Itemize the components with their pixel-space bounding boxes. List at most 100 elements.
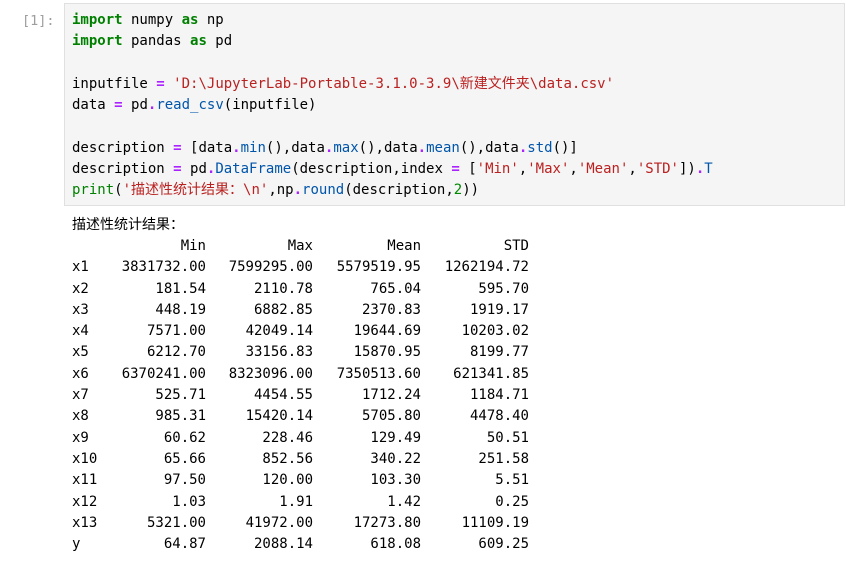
code-token: std	[527, 139, 553, 156]
table-cell: 11109.19	[461, 514, 529, 531]
table-cell: 8323096.00	[228, 365, 313, 382]
code-token: ,np	[268, 182, 294, 199]
code-token: 'Mean'	[577, 161, 629, 178]
table-cell: 1.91	[279, 493, 313, 510]
code-token: ])	[679, 161, 696, 178]
table-cell: 609.25	[478, 536, 529, 553]
code-token: 'Min'	[476, 161, 519, 178]
column-header: Mean	[387, 238, 421, 254]
code-token: =	[451, 161, 460, 178]
table-cell: 595.70	[478, 280, 529, 297]
table-row: y 64.87 2088.14 618.08 609.25	[72, 534, 529, 555]
table-cell: 1184.71	[469, 387, 529, 404]
code-token: pandas	[122, 33, 191, 50]
code-line: import numpy as np	[72, 10, 713, 31]
column-header: Max	[287, 238, 313, 254]
code-token: (description,	[344, 182, 454, 199]
code-token: =	[173, 139, 182, 156]
table-cell: 340.22	[370, 450, 421, 467]
code-token: inputfile	[72, 75, 157, 92]
row-index: x7	[72, 387, 89, 404]
table-cell: 1919.17	[469, 301, 529, 318]
table-cell: 5.51	[495, 472, 529, 489]
table-cell: 60.62	[163, 429, 206, 446]
output-table: Min Max Mean STD x1 3831732.00 7599295.00 55795…	[72, 236, 529, 555]
table-cell: 64.87	[163, 536, 206, 553]
code-token: =	[114, 97, 123, 114]
code-token: import	[72, 12, 123, 28]
table-cell: 0.25	[495, 493, 529, 510]
output-title: 描述性统计结果：	[72, 217, 184, 233]
code-token: round	[302, 182, 345, 199]
row-index: x3	[72, 301, 89, 318]
table-cell: 6370241.00	[121, 365, 206, 382]
code-token: [data	[181, 139, 233, 156]
table-row: x2 181.54 2110.78 765.04 595.70	[72, 279, 529, 300]
table-cell: 7571.00	[146, 323, 206, 340]
table-row: x13 5321.00 41972.00 17273.80 11109.19	[72, 513, 529, 534]
table-cell: 7350513.60	[336, 365, 421, 382]
row-index: x4	[72, 323, 89, 340]
code-line: description = [data.min(),data.max(),dat…	[72, 138, 713, 159]
code-editor[interactable]: import numpy as np import pandas as pd in…	[72, 10, 713, 202]
table-cell: 621341.85	[453, 365, 529, 382]
code-token: T	[704, 161, 713, 178]
code-token: data	[72, 97, 115, 114]
table-cell: 129.49	[370, 429, 421, 446]
table-cell: 228.46	[262, 429, 313, 446]
code-token: ,	[628, 161, 637, 178]
table-cell: 4454.55	[253, 387, 313, 404]
code-token: description	[72, 161, 174, 178]
row-index: x6	[72, 365, 89, 382]
code-token: read_csv	[156, 97, 224, 114]
table-cell: 1.42	[387, 493, 421, 510]
row-index: x11	[72, 472, 98, 489]
code-token: DataFrame	[215, 161, 292, 178]
table-cell: 1.03	[172, 493, 206, 510]
code-token: pd	[122, 97, 148, 114]
code-token: 'D:\JupyterLab-Portable-3.1.0-3.9\新建文件夹\…	[173, 75, 615, 92]
table-cell: 2110.78	[253, 280, 313, 297]
table-row: x8 985.31 15420.14 5705.80 4478.40	[72, 406, 529, 427]
table-cell: 33156.83	[245, 344, 313, 361]
table-cell: 448.19	[155, 301, 206, 318]
table-cell: 985.31	[155, 408, 206, 425]
table-row: x5 6212.70 33156.83 15870.95 8199.77	[72, 342, 529, 363]
column-header: Min	[180, 238, 206, 254]
code-token: pd	[206, 33, 233, 50]
code-token: pd	[181, 161, 207, 178]
code-token: (inputfile)	[223, 97, 317, 114]
row-index: x2	[72, 280, 89, 297]
table-cell: 50.51	[486, 429, 529, 446]
code-token: (description,index	[291, 161, 452, 178]
table-cell: 2088.14	[253, 536, 313, 553]
table-cell: 42049.14	[245, 323, 313, 340]
table-cell: 41972.00	[245, 514, 313, 531]
cell-prompt: [1]:	[22, 13, 55, 29]
code-token: 2	[453, 182, 463, 199]
code-token: ,	[569, 161, 578, 178]
row-index: x9	[72, 429, 89, 446]
table-cell: 7599295.00	[228, 259, 313, 276]
table-row: x9 60.62 228.46 129.49 50.51	[72, 428, 529, 449]
code-line: import pandas as pd	[72, 31, 713, 52]
table-row: x7 525.71 4454.55 1712.24 1184.71	[72, 385, 529, 406]
code-token: ))	[462, 182, 480, 199]
table-cell: 618.08	[370, 536, 421, 553]
code-token: ()]	[552, 139, 578, 156]
code-token: description	[72, 139, 174, 156]
table-cell: 4478.40	[469, 408, 529, 425]
table-cell: 19644.69	[353, 323, 421, 340]
code-token: (),data	[459, 139, 519, 156]
code-token: numpy	[122, 12, 182, 28]
code-token: as	[190, 33, 207, 50]
table-row: x3 448.19 6882.85 2370.83 1919.17	[72, 300, 529, 321]
cell-output: 描述性统计结果： Min Max Mean STD x1 3831732.00 759929…	[72, 214, 529, 555]
row-index: x8	[72, 408, 89, 425]
table-cell: 525.71	[155, 387, 206, 404]
code-token: import	[72, 33, 123, 50]
table-cell: 65.66	[163, 450, 206, 467]
